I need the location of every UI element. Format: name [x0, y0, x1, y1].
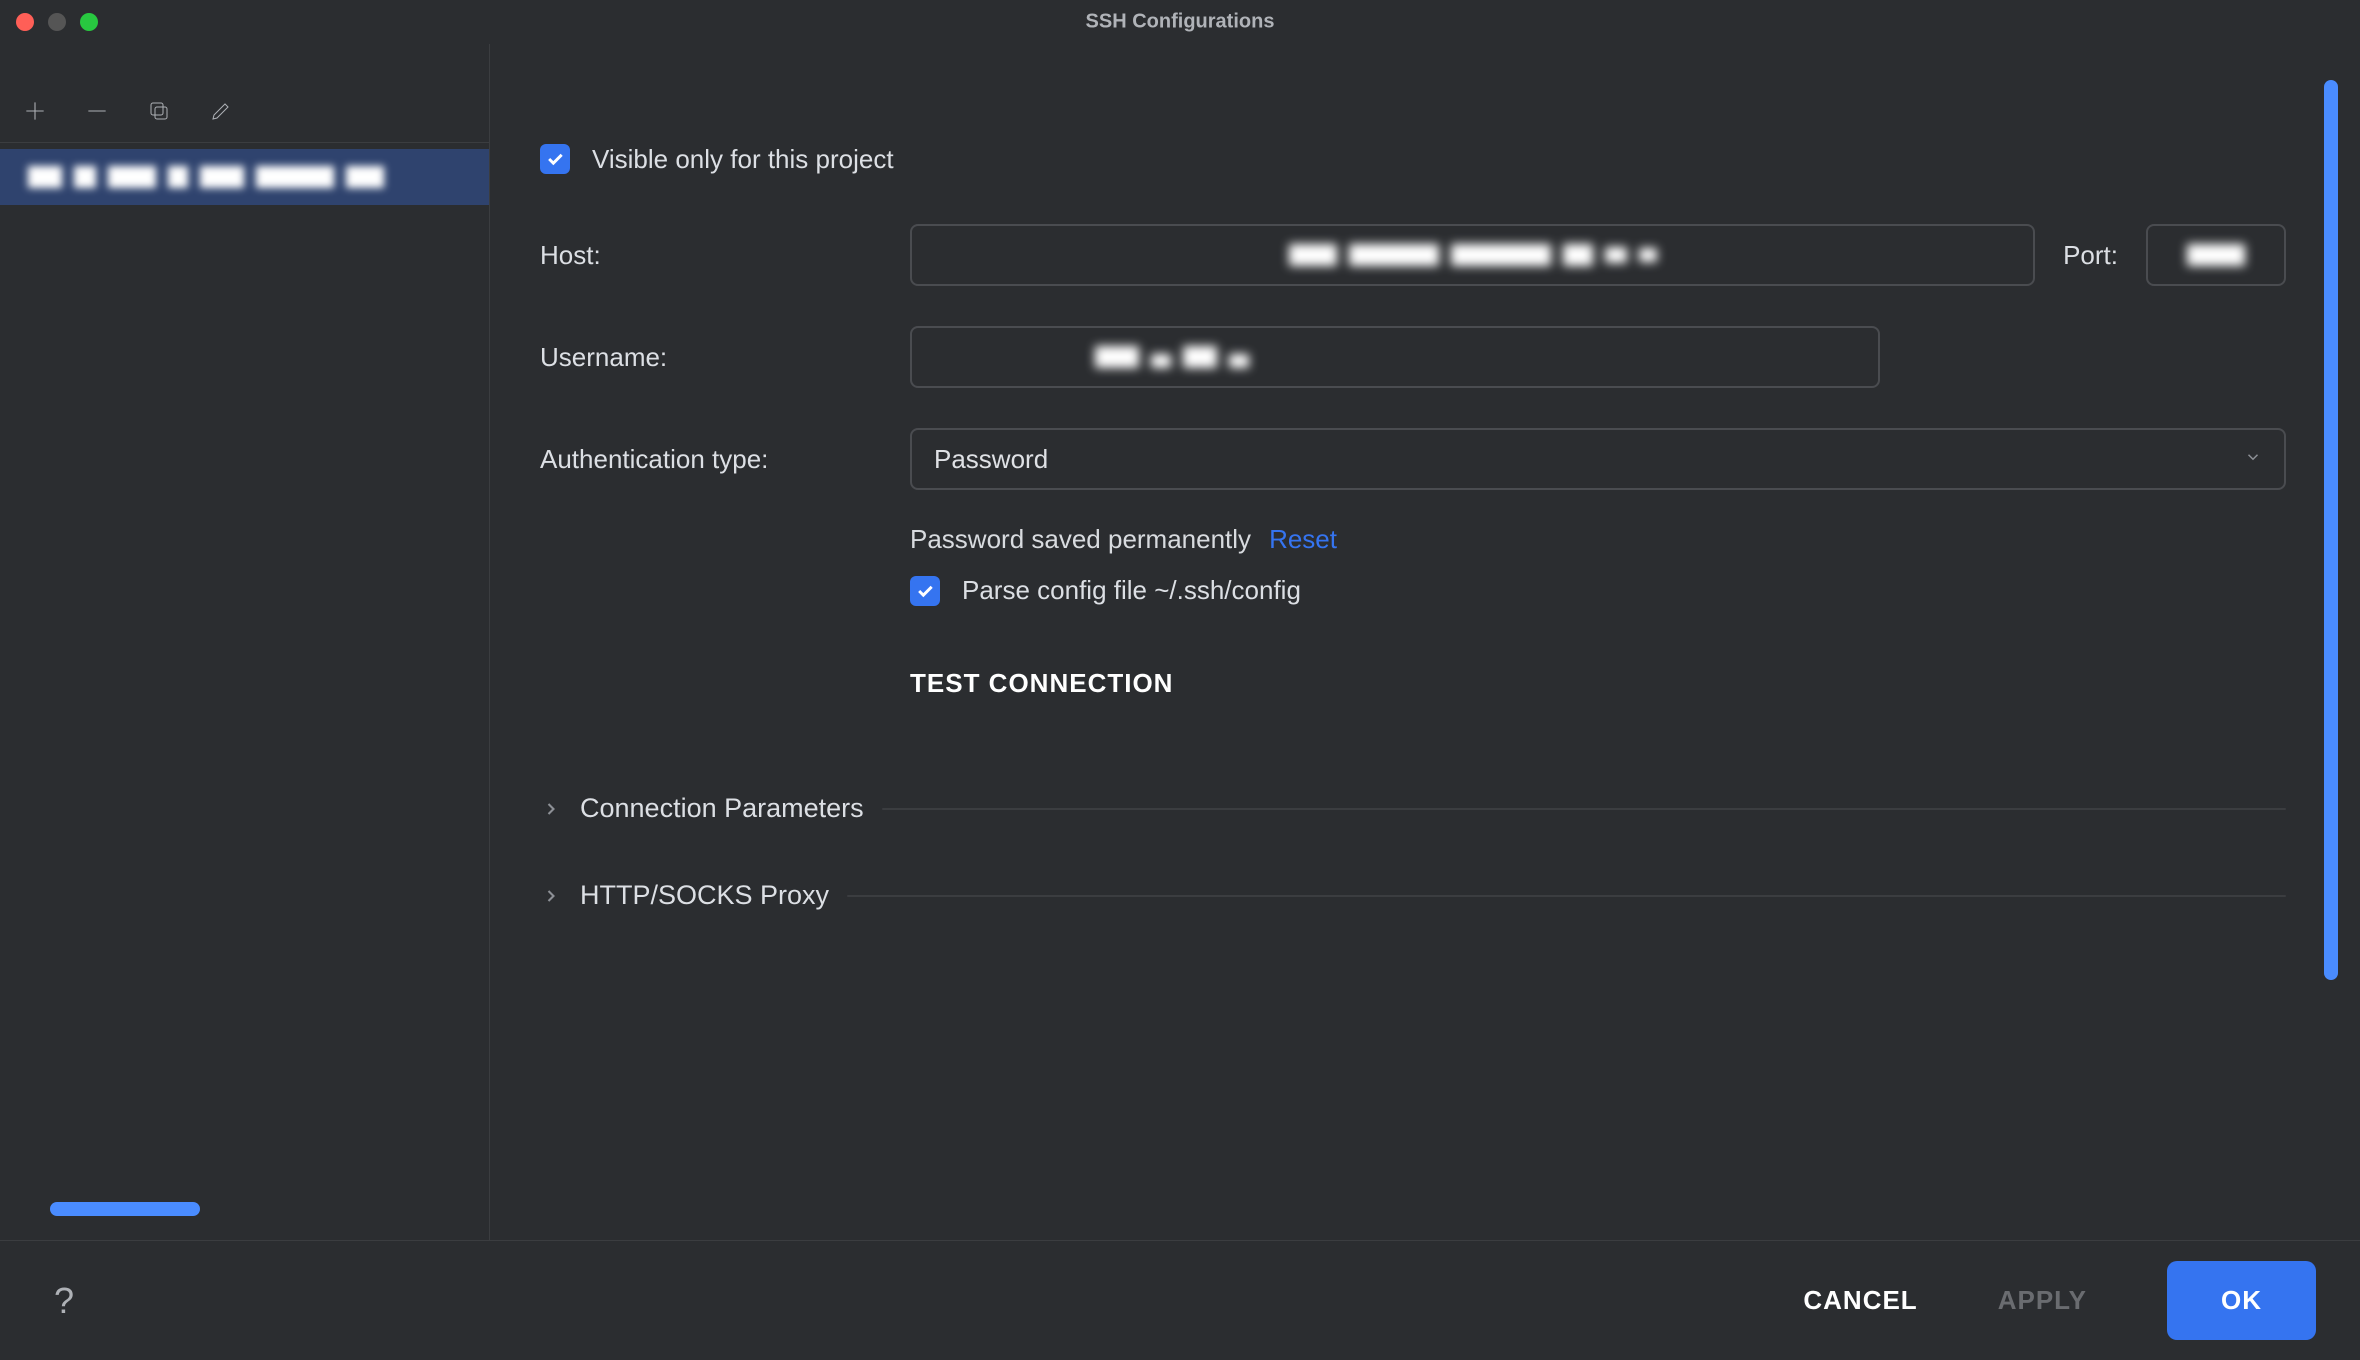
visible-only-checkbox[interactable] [540, 144, 570, 174]
section-separator [847, 895, 2286, 897]
dialog-footer: ? CANCEL APPLY OK [0, 1240, 2360, 1360]
auth-value: Password [934, 444, 1048, 475]
visible-only-row: Visible only for this project [540, 128, 2286, 190]
list-item[interactable] [0, 149, 489, 205]
parse-config-line: Parse config file ~/.ssh/config [910, 575, 2286, 606]
cancel-button[interactable]: CANCEL [1803, 1285, 1917, 1316]
password-saved-text: Password saved permanently [910, 524, 1251, 555]
username-row: Username: [540, 326, 2286, 388]
username-input[interactable] [910, 326, 1880, 388]
window-zoom-button[interactable] [80, 13, 98, 31]
visible-only-label: Visible only for this project [592, 144, 894, 175]
auth-select[interactable]: Password [910, 428, 2286, 490]
window-minimize-button[interactable] [48, 13, 66, 31]
section-title: Connection Parameters [580, 793, 864, 824]
masked-item-text [28, 163, 384, 191]
reset-link[interactable]: Reset [1269, 524, 1337, 555]
remove-icon[interactable] [84, 98, 110, 124]
window-titlebar: SSH Configurations [0, 0, 2360, 44]
parse-config-checkbox[interactable] [910, 576, 940, 606]
password-saved-line: Password saved permanently Reset [910, 524, 2286, 555]
window-title: SSH Configurations [1086, 11, 1275, 34]
section-title: HTTP/SOCKS Proxy [580, 880, 829, 911]
port-label: Port: [2063, 240, 2118, 271]
ok-button[interactable]: OK [2167, 1261, 2316, 1340]
section-separator [882, 808, 2286, 810]
vertical-scrollbar[interactable] [2324, 80, 2338, 980]
port-input[interactable] [2146, 224, 2286, 286]
host-input[interactable] [910, 224, 2035, 286]
chevron-right-icon [540, 885, 562, 907]
edit-icon[interactable] [208, 98, 234, 124]
host-label: Host: [540, 240, 910, 271]
test-connection-button[interactable]: TEST CONNECTION [910, 668, 1173, 699]
username-label: Username: [540, 342, 910, 373]
content-split: Visible only for this project Host: [0, 44, 2360, 1240]
auth-subsection: Password saved permanently Reset Parse c… [910, 524, 2286, 606]
auth-label: Authentication type: [540, 444, 910, 475]
horizontal-scrollbar[interactable] [50, 1202, 200, 1216]
auth-row: Authentication type: Password [540, 428, 2286, 490]
help-icon[interactable]: ? [44, 1274, 84, 1328]
ssh-config-window: SSH Configurations [0, 0, 2360, 1360]
apply-button: APPLY [1998, 1285, 2087, 1316]
parse-config-label: Parse config file ~/.ssh/config [962, 575, 1301, 606]
settings-form: Visible only for this project Host: [490, 44, 2360, 1240]
host-row: Host: Port: [540, 224, 2286, 286]
copy-icon[interactable] [146, 98, 172, 124]
connection-parameters-section[interactable]: Connection Parameters [540, 793, 2286, 824]
chevron-right-icon [540, 798, 562, 820]
window-controls [16, 13, 98, 31]
window-close-button[interactable] [16, 13, 34, 31]
sidebar [0, 44, 490, 1240]
http-socks-proxy-section[interactable]: HTTP/SOCKS Proxy [540, 880, 2286, 911]
sidebar-list [0, 143, 489, 1240]
add-icon[interactable] [22, 98, 48, 124]
chevron-down-icon [2244, 448, 2262, 471]
sidebar-toolbar [0, 84, 489, 143]
